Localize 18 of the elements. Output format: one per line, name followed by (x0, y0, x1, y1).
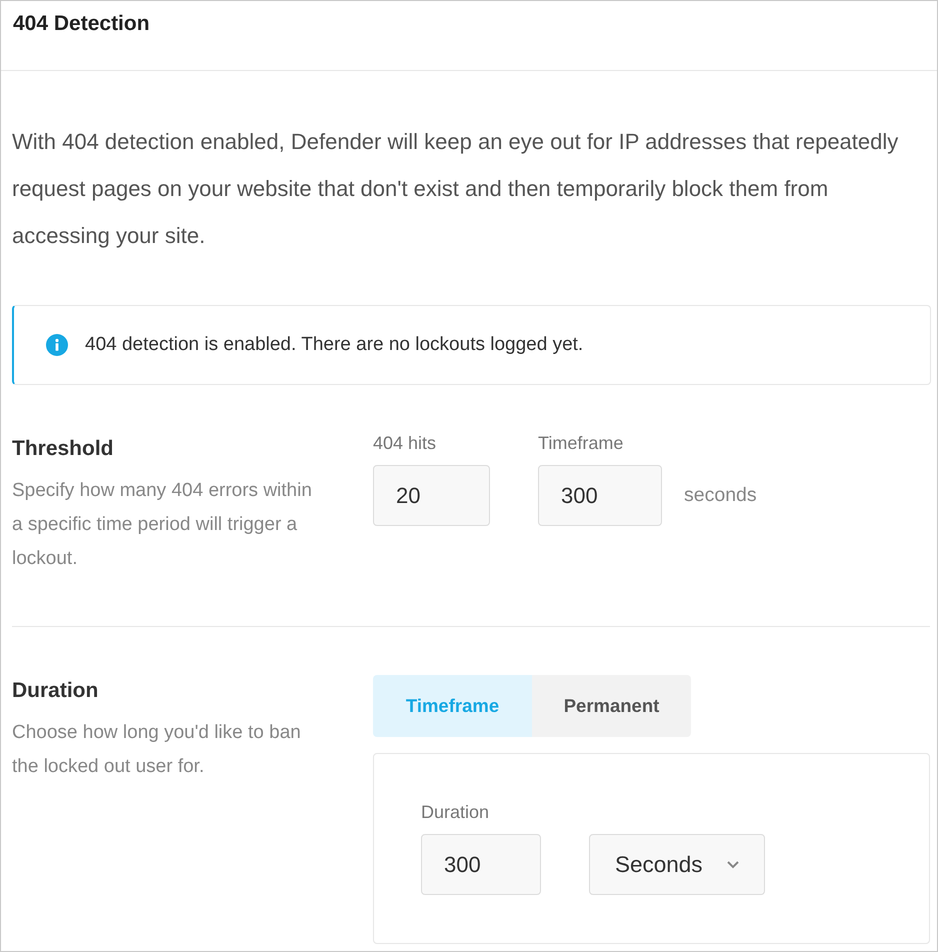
field-label: 404 hits (373, 432, 438, 454)
setting-description: Specify how many 404 errors within a specific time period will trigger a lockout. (12, 479, 313, 571)
field-label: Timeframe (538, 432, 624, 454)
number-input[interactable]: 300 (538, 465, 662, 526)
number-input[interactable]: 300 (421, 834, 541, 895)
setting-description: Choose how long you'd like to ban the locked out user for. (12, 721, 302, 779)
setting-title: Duration (12, 678, 100, 704)
section-title: 404 Detection (13, 11, 151, 37)
chevron-down-icon (727, 860, 739, 868)
field-label: Duration (421, 801, 490, 823)
unit-dropdown[interactable]: Seconds (589, 834, 765, 895)
info-icon (46, 334, 68, 356)
notice-text: 404 detection is enabled. There are no lockouts logged yet. (85, 334, 584, 356)
unit-label: seconds (684, 484, 757, 507)
tab[interactable]: Permanent (532, 675, 691, 737)
setting-title: Threshold (12, 436, 115, 462)
number-input[interactable]: 20 (373, 465, 490, 526)
intro-paragraph: With 404 detection enabled, Defender will keep an eye out for IP addresses that repeatedly request pages on your website that don't exist and then temporarily block them from accessing your site. (12, 128, 900, 250)
